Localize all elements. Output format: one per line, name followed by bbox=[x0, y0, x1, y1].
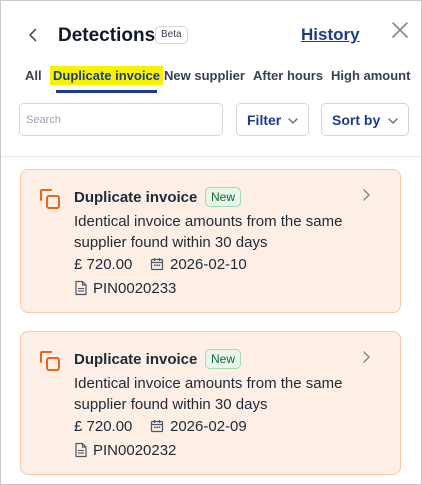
invoice-reference: PIN0020233 bbox=[93, 280, 177, 297]
status-badge: New bbox=[205, 349, 242, 369]
tab-label: New supplier bbox=[164, 68, 245, 83]
document-icon bbox=[75, 280, 87, 296]
chevron-right-icon bbox=[363, 351, 370, 363]
back-button[interactable] bbox=[23, 25, 43, 45]
divider bbox=[1, 156, 421, 157]
card-description: Identical invoice amounts from the same … bbox=[74, 213, 343, 251]
tab-label: Duplicate invoice bbox=[50, 66, 163, 85]
history-link[interactable]: History bbox=[301, 25, 360, 45]
tab-label: High amount bbox=[331, 68, 411, 83]
duplicate-icon bbox=[40, 189, 60, 209]
beta-badge: Beta bbox=[155, 26, 188, 44]
filter-label: Filter bbox=[247, 112, 282, 128]
close-icon bbox=[392, 22, 408, 38]
tab-all[interactable]: All bbox=[25, 68, 42, 83]
card-title: Duplicate invoice bbox=[74, 351, 198, 368]
close-button[interactable] bbox=[390, 20, 410, 40]
invoice-date: 2026-02-10 bbox=[170, 256, 247, 273]
chevron-right-icon bbox=[363, 189, 370, 201]
chevron-left-icon bbox=[29, 28, 37, 42]
chevron-down-icon bbox=[388, 118, 398, 124]
panel-header: Detections Beta History bbox=[1, 1, 421, 63]
tab-duplicate-invoice[interactable]: Duplicate invoice bbox=[50, 66, 163, 85]
status-badge: New bbox=[205, 187, 242, 207]
tab-high-amount[interactable]: High amount bbox=[331, 68, 410, 83]
card-title: Duplicate invoice bbox=[74, 189, 198, 206]
invoice-date: 2026-02-09 bbox=[170, 418, 247, 435]
invoice-amount: £ 720.00 bbox=[74, 418, 133, 435]
invoice-reference: PIN0020232 bbox=[93, 442, 177, 459]
tab-label: After hours bbox=[253, 68, 324, 83]
page-title: Detections bbox=[58, 25, 156, 46]
detection-tabs: All Duplicate invoice New supplier After… bbox=[1, 63, 421, 95]
tab-new-supplier[interactable]: New supplier bbox=[164, 68, 245, 83]
duplicate-icon bbox=[40, 351, 60, 371]
card-description: Identical invoice amounts from the same … bbox=[74, 375, 343, 413]
detection-card[interactable]: Duplicate invoice New Identical invoice … bbox=[20, 169, 401, 313]
chevron-down-icon bbox=[288, 118, 298, 124]
search-input[interactable] bbox=[19, 103, 223, 136]
tab-after-hours[interactable]: After hours bbox=[253, 68, 323, 83]
detections-panel: Detections Beta History All Duplicate in… bbox=[0, 0, 422, 485]
filter-dropdown[interactable]: Filter bbox=[236, 103, 309, 136]
active-tab-indicator bbox=[56, 90, 157, 93]
tab-label: All bbox=[25, 68, 42, 83]
sort-dropdown[interactable]: Sort by bbox=[321, 103, 409, 136]
sort-label: Sort by bbox=[332, 112, 381, 128]
calendar-icon bbox=[150, 258, 164, 271]
invoice-amount: £ 720.00 bbox=[74, 256, 133, 273]
document-icon bbox=[75, 442, 87, 458]
detection-card[interactable]: Duplicate invoice New Identical invoice … bbox=[20, 331, 401, 475]
calendar-icon bbox=[150, 420, 164, 433]
